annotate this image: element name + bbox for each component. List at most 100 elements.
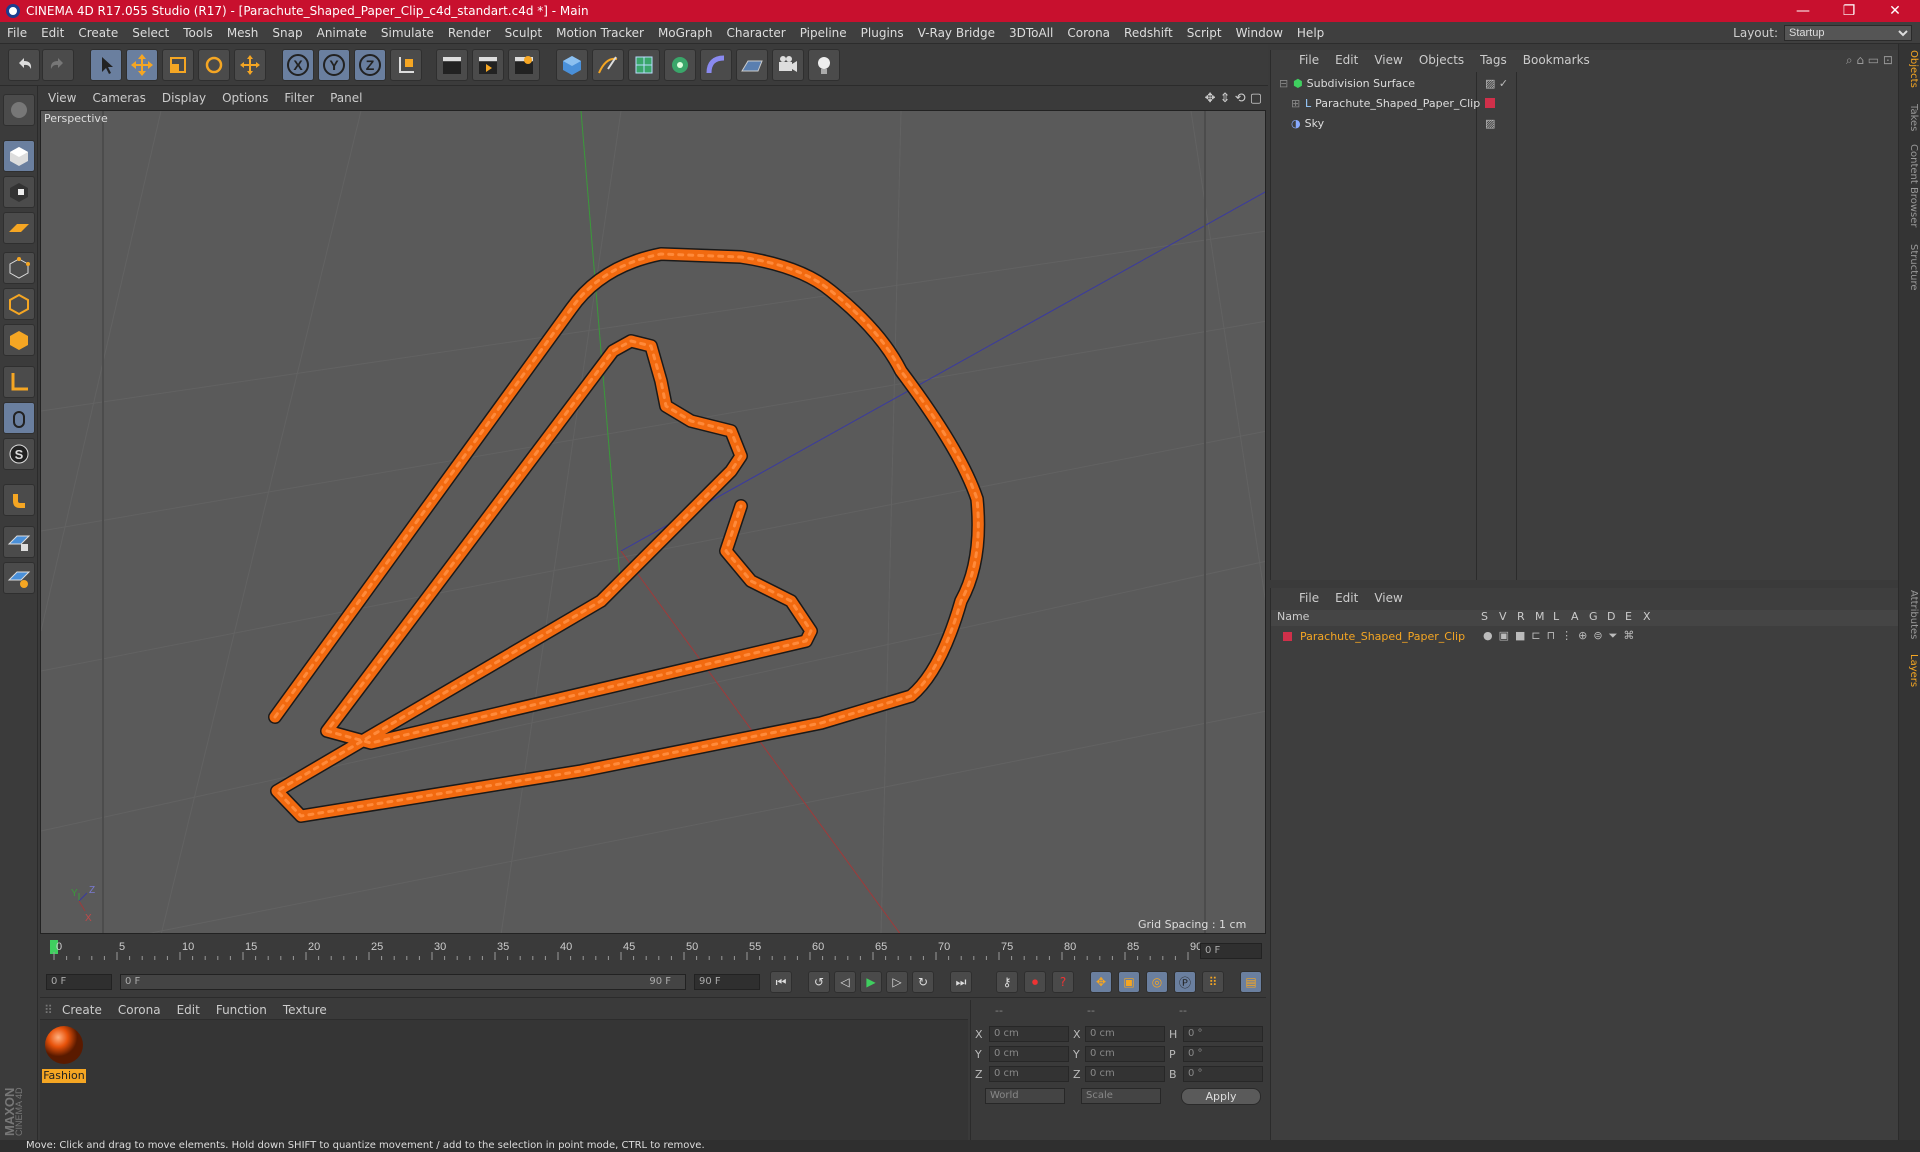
object-row-clip[interactable]: ⊞ Ⅼ Parachute_Shaped_Paper_Clip bbox=[1271, 93, 1899, 113]
menu-character[interactable]: Character bbox=[719, 26, 792, 40]
layers-menu-file[interactable]: File bbox=[1291, 591, 1327, 605]
coord-rot-b-field[interactable]: 0 ° bbox=[1183, 1066, 1263, 1082]
prev-key-button[interactable]: ↺ bbox=[808, 971, 830, 993]
edges-mode-button[interactable] bbox=[3, 288, 35, 320]
transform-tool[interactable] bbox=[234, 49, 266, 81]
layout-dropdown[interactable]: Startup bbox=[1784, 25, 1912, 41]
planar-workplane-button[interactable] bbox=[3, 562, 35, 594]
coord-rot-p-field[interactable]: 0 ° bbox=[1183, 1046, 1263, 1062]
coord-pos-x-field[interactable]: 0 cm bbox=[989, 1026, 1069, 1042]
material-swatch[interactable]: Fashion bbox=[42, 1024, 86, 1083]
scale-tool[interactable] bbox=[162, 49, 194, 81]
redo-button[interactable] bbox=[42, 49, 74, 81]
menu-script[interactable]: Script bbox=[1180, 26, 1229, 40]
render-settings-button[interactable] bbox=[508, 49, 540, 81]
material-menu-function[interactable]: Function bbox=[208, 1003, 275, 1017]
prev-frame-button[interactable]: ◁ bbox=[834, 971, 856, 993]
tab-layers[interactable]: Layers bbox=[1901, 654, 1919, 687]
viewport-menu-options[interactable]: Options bbox=[214, 91, 276, 105]
tree-expand-icon[interactable]: ⊞ bbox=[1291, 97, 1301, 110]
menu-simulate[interactable]: Simulate bbox=[374, 26, 441, 40]
layers-menu-view[interactable]: View bbox=[1366, 591, 1410, 605]
menu-vray-bridge[interactable]: V-Ray Bridge bbox=[911, 26, 1002, 40]
key-pla-button[interactable]: ⠿ bbox=[1202, 971, 1224, 993]
object-row-subdivision[interactable]: ⊟ ⬢ Subdivision Surface ▨ ✓ bbox=[1271, 73, 1899, 93]
menu-file[interactable]: File bbox=[0, 26, 34, 40]
coord-size-y-field[interactable]: 0 cm bbox=[1085, 1046, 1165, 1062]
snap-toggle-button[interactable] bbox=[3, 484, 35, 516]
coord-pos-y-field[interactable]: 0 cm bbox=[989, 1046, 1069, 1062]
minimize-button[interactable]: — bbox=[1780, 0, 1826, 22]
menu-snap[interactable]: Snap bbox=[265, 26, 309, 40]
objects-menu-objects[interactable]: Objects bbox=[1411, 53, 1472, 67]
x-axis-lock[interactable]: X bbox=[282, 49, 314, 81]
y-axis-lock[interactable]: Y bbox=[318, 49, 350, 81]
maximize-button[interactable]: ❐ bbox=[1826, 0, 1872, 22]
current-frame-field[interactable]: 0 F bbox=[1200, 943, 1262, 959]
menu-sculpt[interactable]: Sculpt bbox=[498, 26, 549, 40]
material-menu-create[interactable]: Create bbox=[54, 1003, 110, 1017]
menu-plugins[interactable]: Plugins bbox=[854, 26, 911, 40]
menu-help[interactable]: Help bbox=[1290, 26, 1331, 40]
menu-render[interactable]: Render bbox=[441, 26, 498, 40]
tweak-mode-button[interactable] bbox=[3, 402, 35, 434]
menu-mesh[interactable]: Mesh bbox=[220, 26, 266, 40]
texture-mode-button[interactable] bbox=[3, 176, 35, 208]
play-button[interactable]: ▶ bbox=[860, 971, 882, 993]
move-tool[interactable] bbox=[126, 49, 158, 81]
add-camera-button[interactable] bbox=[772, 49, 804, 81]
viewport-nav-icons[interactable]: ✥ ⇕ ⟲ ▢ bbox=[1205, 91, 1262, 106]
coord-rot-h-field[interactable]: 0 ° bbox=[1183, 1026, 1263, 1042]
add-deformer-button[interactable] bbox=[700, 49, 732, 81]
tab-attributes[interactable]: Attributes bbox=[1901, 590, 1919, 639]
next-frame-button[interactable]: ▷ bbox=[886, 971, 908, 993]
menu-3dtoall[interactable]: 3DToAll bbox=[1002, 26, 1060, 40]
axis-mode-button[interactable] bbox=[3, 366, 35, 398]
menu-tools[interactable]: Tools bbox=[176, 26, 220, 40]
menu-pipeline[interactable]: Pipeline bbox=[793, 26, 854, 40]
add-floor-button[interactable] bbox=[736, 49, 768, 81]
render-view-button[interactable] bbox=[436, 49, 468, 81]
add-cloner-button[interactable] bbox=[664, 49, 696, 81]
menu-animate[interactable]: Animate bbox=[310, 26, 374, 40]
tab-content-browser[interactable]: Content Browser bbox=[1901, 144, 1919, 227]
motion-record-button[interactable]: ⚷ bbox=[996, 971, 1018, 993]
timeline-ruler[interactable]: 0 5 10 15 20 25 30 35 40 45 50 55 60 65 70 75 80 85 90 0 F bbox=[40, 936, 1266, 966]
key-rotation-button[interactable]: ◎ bbox=[1146, 971, 1168, 993]
key-position-button[interactable]: ✥ bbox=[1090, 971, 1112, 993]
key-scale-button[interactable]: ▣ bbox=[1118, 971, 1140, 993]
object-row-sky[interactable]: ◑ Sky ▨ bbox=[1271, 113, 1899, 133]
coord-pos-z-field[interactable]: 0 cm bbox=[989, 1066, 1069, 1082]
add-subdivision-button[interactable] bbox=[628, 49, 660, 81]
menu-corona[interactable]: Corona bbox=[1060, 26, 1117, 40]
apply-button[interactable]: Apply bbox=[1181, 1088, 1261, 1105]
menu-window[interactable]: Window bbox=[1229, 26, 1290, 40]
layer-flag-icons[interactable]: ●▣■⊏⊓⋮⊕⊜⏷⌘ bbox=[1483, 629, 1640, 643]
add-light-button[interactable] bbox=[808, 49, 840, 81]
goto-end-button[interactable]: ⏭ bbox=[950, 971, 972, 993]
workplane-mode-button[interactable] bbox=[3, 212, 35, 244]
coord-mode-dropdown[interactable]: World bbox=[985, 1088, 1065, 1104]
record-button[interactable]: ⏺ bbox=[1024, 971, 1046, 993]
make-editable-button[interactable] bbox=[3, 94, 35, 126]
material-tag-icon[interactable] bbox=[1485, 98, 1495, 108]
coordinate-system-button[interactable] bbox=[390, 49, 422, 81]
goto-start-button[interactable]: ⏮ bbox=[770, 971, 792, 993]
start-frame-field[interactable]: 0 F bbox=[46, 974, 112, 990]
end-frame-field[interactable]: 90 F bbox=[694, 974, 760, 990]
3d-viewport[interactable]: Y Z X bbox=[40, 110, 1266, 934]
objects-menu-bookmarks[interactable]: Bookmarks bbox=[1515, 53, 1598, 67]
z-axis-lock[interactable]: Z bbox=[354, 49, 386, 81]
solo-mode-button[interactable]: S bbox=[3, 438, 35, 470]
panel-grip-icon[interactable]: ⠿ bbox=[40, 1003, 54, 1017]
viewport-menu-display[interactable]: Display bbox=[154, 91, 214, 105]
layer-row[interactable]: Parachute_Shaped_Paper_Clip ●▣■⊏⊓⋮⊕⊜⏷⌘ bbox=[1271, 626, 1899, 646]
viewport-menu-panel[interactable]: Panel bbox=[322, 91, 370, 105]
add-cube-button[interactable] bbox=[556, 49, 588, 81]
model-mode-button[interactable] bbox=[3, 140, 35, 172]
objects-menu-tags[interactable]: Tags bbox=[1472, 53, 1515, 67]
autokey-button[interactable]: ? bbox=[1052, 971, 1074, 993]
menu-create[interactable]: Create bbox=[71, 26, 125, 40]
objects-menu-edit[interactable]: Edit bbox=[1327, 53, 1366, 67]
material-menu-corona[interactable]: Corona bbox=[110, 1003, 169, 1017]
